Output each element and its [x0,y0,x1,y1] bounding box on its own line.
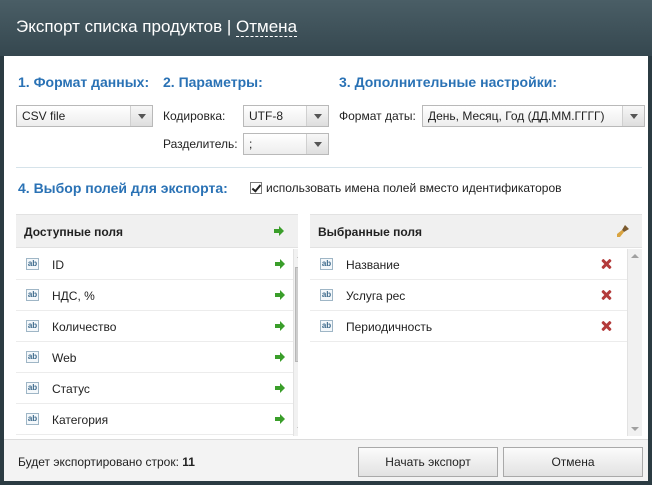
list-item[interactable]: ab Количество [16,311,293,342]
encoding-select-value: UTF-8 [249,109,283,123]
start-export-button[interactable]: Начать экспорт [358,447,498,477]
title-cancel-link[interactable]: Отмена [236,17,298,37]
separator-select-value: ; [249,137,253,151]
selected-fields-list: ab Название ab Услуга рес ab Периодичность [310,249,642,436]
text-field-icon: ab [26,351,39,363]
add-arrow-icon[interactable] [275,352,285,362]
text-field-icon: ab [26,382,39,394]
list-item-label: Статус [52,382,90,396]
add-arrow-icon[interactable] [275,383,285,393]
chevron-down-icon [622,106,644,126]
export-dialog: Экспорт списка продуктов | Отмена 1. Фор… [0,0,652,485]
dialog-body: 1. Формат данных: CSV file 2. Параметры:… [4,56,648,481]
list-item-label: Услуга рес [346,289,406,303]
rows-count-text: Будет экспортировано строк: 11 [18,455,195,469]
section-format-title: 1. Формат данных: [18,74,150,90]
add-all-icon[interactable] [274,226,284,236]
scroll-up-icon[interactable] [631,254,639,258]
scroll-thumb[interactable] [295,267,298,362]
date-format-select-value: День, Месяц, Год (ДД.ММ.ГГГГ) [428,109,605,123]
available-fields-list: ab ID ab НДС, % ab Количество ab Web ab Статус ab К… [16,249,298,436]
remove-icon[interactable] [601,259,611,269]
add-arrow-icon[interactable] [275,321,285,331]
scroll-down-icon[interactable] [297,427,298,431]
section-fields-title: 4. Выбор полей для экспорта: [18,180,228,196]
list-item[interactable]: ab Услуга рес [310,280,627,311]
list-item[interactable]: ab ID [16,249,293,280]
available-fields-header: Доступные поля [16,214,298,248]
section-extra-title: 3. Дополнительные настройки: [339,74,557,90]
add-arrow-icon[interactable] [275,414,285,424]
list-item-label: Периодичность [346,320,433,334]
list-item-label: Название [346,258,400,272]
available-fields-scrollbar[interactable] [293,249,298,436]
encoding-select[interactable]: UTF-8 [243,105,329,127]
broom-icon[interactable] [616,224,630,238]
list-item[interactable]: ab НДС, % [16,280,293,311]
available-fields-title: Доступные поля [24,225,124,239]
title-bar: Экспорт списка продуктов | Отмена [0,0,652,56]
selected-fields-scrollbar[interactable] [627,249,642,436]
use-names-checkbox[interactable] [250,182,262,194]
text-field-icon: ab [26,289,39,301]
scroll-up-icon[interactable] [297,254,298,258]
date-format-label: Формат даты: [339,109,416,123]
date-format-select[interactable]: День, Месяц, Год (ДД.ММ.ГГГГ) [422,105,645,127]
chevron-down-icon [306,106,328,126]
encoding-label: Кодировка: [163,109,226,123]
list-item[interactable]: ab Название [310,249,627,280]
list-item-label: Web [52,351,77,365]
remove-icon[interactable] [601,290,611,300]
use-names-label: использовать имена полей вместо идентифи… [266,181,562,195]
cancel-button[interactable]: Отмена [503,447,643,477]
selected-fields-header: Выбранные поля [310,214,642,248]
list-item[interactable]: ab Статус [16,373,293,404]
remove-icon[interactable] [601,321,611,331]
section-params-title: 2. Параметры: [163,74,263,90]
dialog-title-text: Экспорт списка продуктов | [16,17,237,36]
scroll-down-icon[interactable] [631,427,639,431]
list-item-label: ID [52,258,64,272]
format-select[interactable]: CSV file [16,105,153,127]
separator-select[interactable]: ; [243,133,329,155]
list-item[interactable]: ab Периодичность [310,311,627,342]
list-item[interactable]: ab Web [16,342,293,373]
selected-fields-title: Выбранные поля [318,225,422,239]
add-arrow-icon[interactable] [275,290,285,300]
footer-bar: Будет экспортировано строк: 11 Начать эк… [4,439,648,481]
text-field-icon: ab [320,320,333,332]
separator-label: Разделитель: [163,137,238,151]
chevron-down-icon [306,134,328,154]
text-field-icon: ab [26,258,39,270]
add-arrow-icon[interactable] [275,259,285,269]
list-item-label: НДС, % [52,289,95,303]
text-field-icon: ab [26,413,39,425]
list-item-label: Количество [52,320,117,334]
dialog-title: Экспорт списка продуктов | Отмена [16,17,298,37]
text-field-icon: ab [320,289,333,301]
text-field-icon: ab [320,258,333,270]
format-select-value: CSV file [22,109,66,123]
list-item[interactable]: ab Категория [16,404,293,435]
section-divider [16,167,642,168]
list-item-label: Категория [52,413,109,427]
chevron-down-icon [130,106,152,126]
text-field-icon: ab [26,320,39,332]
rows-count-value: 11 [182,455,195,469]
rows-count-label: Будет экспортировано строк: [18,455,179,469]
